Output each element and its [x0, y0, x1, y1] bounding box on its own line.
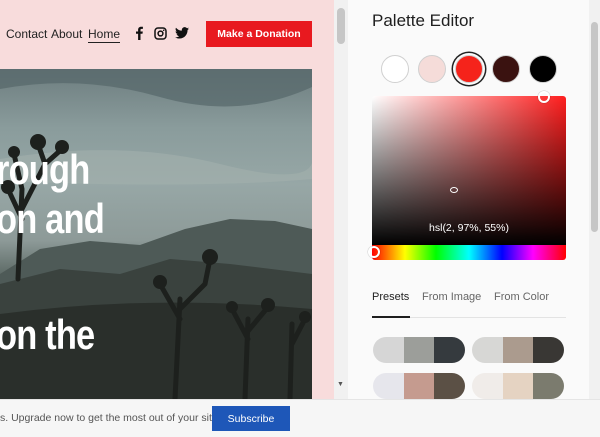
picker-guide-marker	[450, 187, 458, 193]
panel-title: Palette Editor	[372, 11, 475, 30]
preset-palette-4[interactable]	[472, 373, 564, 399]
swatch-1[interactable]	[381, 55, 409, 83]
hue-slider-handle[interactable]	[368, 246, 380, 258]
hero-image: rough on and on the	[0, 69, 312, 399]
tab-presets[interactable]: Presets	[372, 291, 409, 303]
twitter-icon[interactable]	[175, 26, 189, 40]
color-value-label: hsl(2, 97%, 55%)	[429, 222, 509, 234]
hue-slider[interactable]	[372, 245, 566, 260]
swatch-3-selected[interactable]	[455, 55, 483, 83]
preset-palette-2[interactable]	[472, 337, 564, 363]
tab-from-image[interactable]: From Image	[422, 291, 481, 303]
active-tab-indicator	[372, 316, 410, 318]
site-preview: Contact About Home Make a Donation rough…	[0, 0, 334, 399]
preview-scrollbar-thumb[interactable]	[337, 8, 345, 44]
preview-scrollbar[interactable]: ▼	[334, 0, 348, 399]
panel-scrollbar-thumb[interactable]	[591, 22, 598, 232]
swatch-4[interactable]	[492, 55, 520, 83]
donate-button[interactable]: Make a Donation	[206, 21, 312, 47]
nav-link-home[interactable]: Home	[88, 27, 121, 43]
scroll-down-arrow-icon[interactable]: ▼	[337, 381, 344, 388]
nav-link-about[interactable]: About	[51, 27, 82, 41]
site-nav: Contact About Home Make a Donation	[0, 0, 334, 68]
swatch-5[interactable]	[529, 55, 557, 83]
nav-link-contact[interactable]: Contact	[6, 27, 47, 41]
palette-editor-panel: Palette Editor hsl(2, 97%, 55%) Presets …	[348, 0, 600, 399]
upgrade-banner: s. Upgrade now to get the most out of yo…	[0, 399, 600, 437]
app-root: Contact About Home Make a Donation rough…	[0, 0, 600, 437]
preset-palette-3[interactable]	[373, 373, 465, 399]
picker-handle[interactable]	[538, 91, 550, 103]
swatch-2[interactable]	[418, 55, 446, 83]
hero-heading-line-3: on the	[0, 311, 95, 358]
hero-heading-line-2: on and	[0, 195, 105, 242]
panel-scrollbar[interactable]	[589, 0, 600, 399]
subscribe-button[interactable]: Subscribe	[212, 406, 290, 431]
hero-heading-line-1: rough	[0, 146, 90, 193]
facebook-icon[interactable]	[132, 26, 146, 40]
upgrade-message: s. Upgrade now to get the most out of yo…	[0, 412, 221, 424]
instagram-icon[interactable]	[153, 26, 167, 40]
preset-palette-1[interactable]	[373, 337, 465, 363]
tab-from-color[interactable]: From Color	[494, 291, 549, 303]
